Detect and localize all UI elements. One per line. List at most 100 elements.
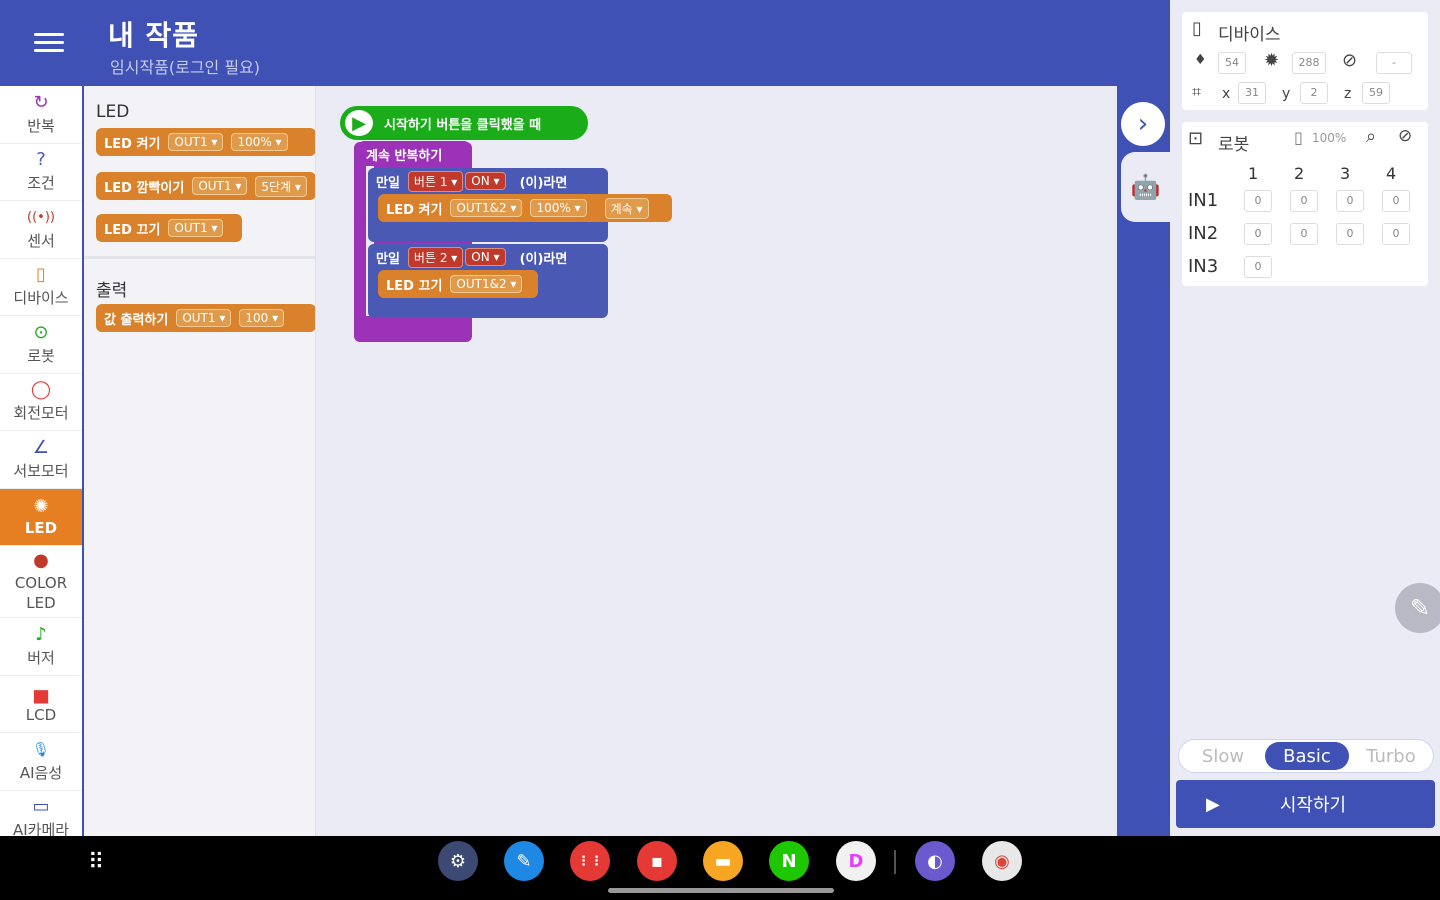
pencil-icon: ✎ bbox=[1409, 594, 1431, 622]
run-button[interactable]: ▶ 시작하기 bbox=[1176, 780, 1435, 828]
notes-app-icon[interactable]: ▪ bbox=[637, 841, 677, 881]
row-label: IN3 bbox=[1188, 256, 1219, 277]
block-label: 값 출력하기 bbox=[104, 312, 169, 328]
category-lcd[interactable]: ▅ LCD bbox=[0, 676, 82, 733]
home-indicator[interactable] bbox=[608, 888, 834, 893]
port-dropdown[interactable]: OUT1 ▾ bbox=[176, 309, 232, 327]
sensor-value: 0 bbox=[1244, 223, 1272, 245]
led-off-block[interactable]: LED 끄기 OUT1&2 ▾ bbox=[378, 270, 538, 298]
led-blink-block[interactable]: LED 깜빡이기 OUT1 ▾ 5단계 ▾ bbox=[96, 172, 315, 200]
category-label: AI카메라 bbox=[12, 821, 70, 836]
category-label: 서보모터 bbox=[13, 461, 69, 480]
category-color-led[interactable]: ● COLOR LED bbox=[0, 546, 82, 618]
if-block-1-header: 만일 버튼 1 ▾ ON ▾ (이)라면 bbox=[368, 168, 608, 194]
category-device[interactable]: ▯ 디바이스 bbox=[0, 259, 82, 316]
category-ai-voice[interactable]: 🎙 AI음성 bbox=[0, 733, 82, 791]
camera-icon: ▭ bbox=[32, 796, 50, 818]
naver-app-icon[interactable]: N bbox=[769, 841, 809, 881]
block-category-sidebar: ↻ 반복 ? 조건 ((•)) 센서 ▯ 디바이스 ⊙ 로봇 ◯ 회전모터 ∠ 서보모터 ✺ L… bbox=[0, 86, 82, 836]
led-on-block[interactable]: LED 켜기 OUT1 ▾ 100% ▾ bbox=[96, 128, 315, 156]
device-title: 디바이스 bbox=[1218, 25, 1281, 45]
block-label: LED 끄기 bbox=[104, 222, 161, 238]
value-dropdown[interactable]: 100 ▾ bbox=[239, 309, 285, 327]
taskbar: ⠿ ⚙ ✎ ⋮⋮ ▪ ▬ N D ◐ ◉ bbox=[0, 836, 1440, 900]
category-condition[interactable]: ? 조건 bbox=[0, 144, 82, 201]
led-icon: ✺ bbox=[33, 495, 49, 517]
app-header: 내 작품 임시작품(로그인 필요) bbox=[0, 0, 1170, 86]
question-icon: ? bbox=[36, 149, 46, 171]
category-buzzer[interactable]: ♪ 버저 bbox=[0, 618, 82, 676]
category-label: 조건 bbox=[27, 174, 55, 193]
sensor-value: 0 bbox=[1290, 190, 1318, 212]
chrome-app-icon[interactable]: ◉ bbox=[982, 841, 1022, 881]
search-icon[interactable]: ⌕ bbox=[1366, 126, 1376, 147]
robot-tab[interactable]: 🤖 bbox=[1121, 152, 1170, 222]
port-dropdown[interactable]: OUT1 ▾ bbox=[168, 219, 224, 237]
button-dropdown[interactable]: 버튼 1 ▾ bbox=[407, 170, 464, 192]
button-dropdown[interactable]: 버튼 2 ▾ bbox=[407, 246, 464, 268]
state-dropdown[interactable]: ON ▾ bbox=[465, 172, 506, 190]
category-ai-camera[interactable]: ▭ AI카메라 bbox=[0, 791, 82, 836]
port-dropdown[interactable]: OUT1 ▾ bbox=[192, 177, 248, 195]
flyout-output-title: 출력 bbox=[96, 281, 128, 301]
category-label: 버저 bbox=[27, 648, 55, 667]
pen-app-icon[interactable]: ✎ bbox=[504, 841, 544, 881]
menu-icon[interactable] bbox=[30, 28, 68, 58]
category-robot[interactable]: ⊙ 로봇 bbox=[0, 316, 82, 374]
category-loop[interactable]: ↻ 반복 bbox=[0, 86, 82, 144]
row-label: IN1 bbox=[1188, 190, 1219, 211]
speed-slow[interactable]: Slow bbox=[1183, 742, 1263, 770]
led-off-block[interactable]: LED 끄기 OUT1 ▾ bbox=[96, 214, 242, 242]
speed-turbo[interactable]: Turbo bbox=[1351, 742, 1431, 770]
page-title: 내 작품 bbox=[108, 19, 200, 52]
output-block[interactable]: 값 출력하기 OUT1 ▾ 100 ▾ bbox=[96, 304, 315, 332]
chevron-right-icon[interactable]: › bbox=[1121, 102, 1165, 146]
category-dc-motor[interactable]: ◯ 회전모터 bbox=[0, 374, 82, 431]
category-label: 센서 bbox=[27, 231, 55, 250]
led-on-block[interactable]: LED 켜기 OUT1&2 ▾ 100% ▾ 계속 ▾ bbox=[378, 194, 672, 222]
files-app-icon[interactable]: ▬ bbox=[703, 841, 743, 881]
speed-toggle: Slow Basic Turbo bbox=[1178, 739, 1434, 773]
edit-fab[interactable]: ✎ bbox=[1395, 583, 1440, 633]
app-drawer-icon[interactable]: ⠿ bbox=[88, 850, 104, 875]
value-dropdown[interactable]: 100% ▾ bbox=[530, 199, 587, 217]
row-label: IN2 bbox=[1188, 223, 1219, 244]
taskbar-divider bbox=[894, 850, 896, 874]
state-dropdown[interactable]: ON ▾ bbox=[465, 248, 506, 266]
port-dropdown[interactable]: OUT1&2 ▾ bbox=[450, 275, 523, 293]
robot-icon: 🤖 bbox=[1130, 173, 1161, 201]
play-icon: ▶ bbox=[342, 107, 376, 139]
voice-recorder-icon[interactable]: ⋮⋮ bbox=[570, 841, 610, 881]
sensor-value: 0 bbox=[1382, 223, 1410, 245]
code-workspace[interactable]: ▶ 시작하기 버튼을 클릭했을 때 계속 반복하기 만일 버튼 1 ▾ ON ▾… bbox=[316, 86, 1117, 836]
forever-loop-header: 계속 반복하기 bbox=[358, 141, 470, 167]
value-dropdown[interactable]: 100% ▾ bbox=[231, 133, 288, 151]
z-axis-label: z bbox=[1344, 86, 1352, 102]
browser-app-icon[interactable]: ◐ bbox=[915, 841, 955, 881]
port-dropdown[interactable]: OUT1&2 ▾ bbox=[450, 199, 523, 217]
port-dropdown[interactable]: OUT1 ▾ bbox=[168, 133, 224, 151]
block-label: 계속 반복하기 bbox=[366, 148, 443, 164]
docs-app-icon[interactable]: D bbox=[836, 841, 876, 881]
block-label: 만일 bbox=[376, 251, 400, 267]
flyout-divider bbox=[84, 256, 315, 259]
start-event-block[interactable]: ▶ 시작하기 버튼을 클릭했을 때 bbox=[340, 106, 588, 140]
phone-icon: ▯ bbox=[1192, 18, 1202, 39]
category-label: AI음성 bbox=[19, 763, 63, 782]
category-servo[interactable]: ∠ 서보모터 bbox=[0, 431, 82, 489]
y-axis-label: y bbox=[1282, 86, 1291, 102]
robot-icon: ⊙ bbox=[33, 321, 49, 343]
rotation-value: - bbox=[1376, 52, 1412, 74]
microphone-icon: ♦ bbox=[1194, 52, 1207, 68]
settings-icon[interactable]: ⚙ bbox=[438, 841, 478, 881]
speed-dropdown[interactable]: 5단계 ▾ bbox=[255, 175, 307, 197]
link-off-icon[interactable]: ⊘ bbox=[1398, 126, 1412, 146]
category-sensor[interactable]: ((•)) 센서 bbox=[0, 201, 82, 259]
lcd-icon: ▅ bbox=[34, 682, 48, 704]
speed-basic[interactable]: Basic bbox=[1265, 742, 1349, 770]
palette-icon: ● bbox=[33, 549, 49, 571]
category-led[interactable]: ✺ LED bbox=[0, 488, 82, 546]
monitor-panel: ▯ 디바이스 ♦ 54 ✹ 288 ⊘ - ⌗ x 31 y 2 z 59 ⊡ … bbox=[1170, 0, 1440, 836]
mode-dropdown[interactable]: 계속 ▾ bbox=[604, 197, 649, 219]
light-value: 288 bbox=[1292, 52, 1326, 74]
